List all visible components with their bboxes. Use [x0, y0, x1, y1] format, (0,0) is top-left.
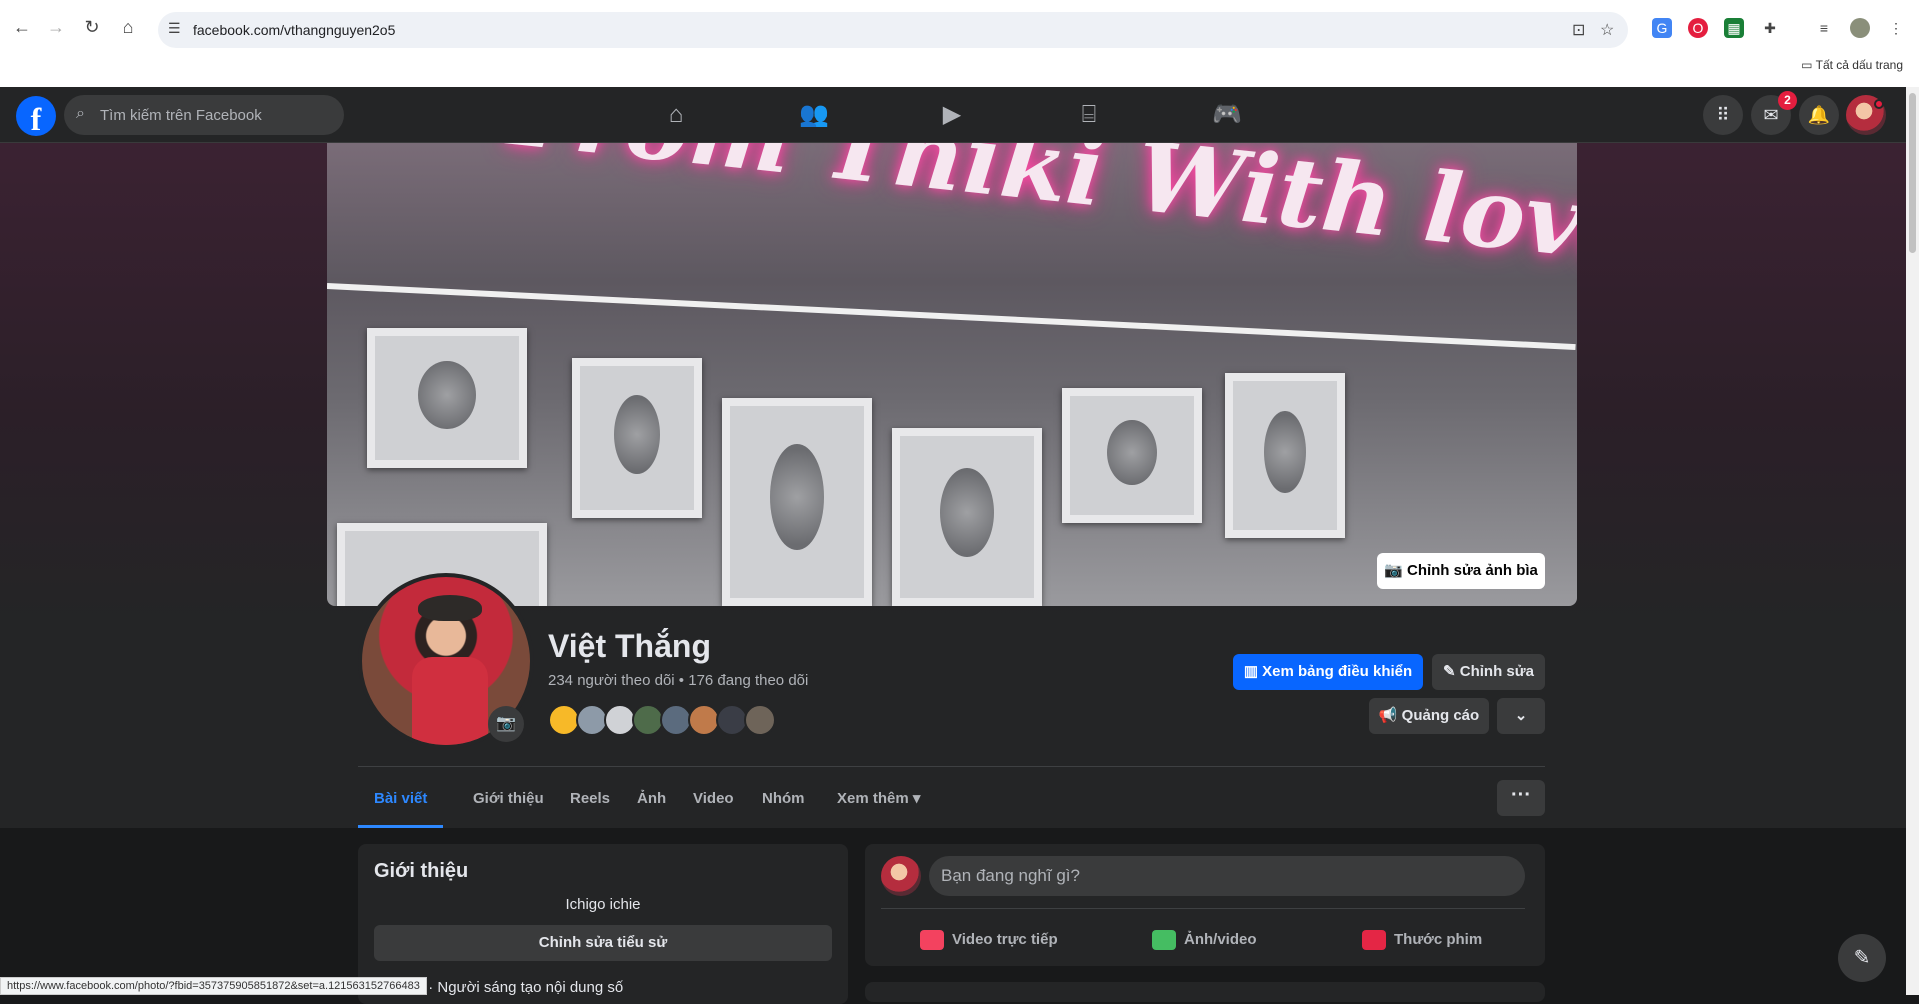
translate-extension-icon[interactable]: G — [1652, 18, 1672, 38]
composer-avatar[interactable] — [881, 856, 921, 896]
tab-about[interactable]: Giới thiệu — [457, 776, 560, 828]
intro-card: Giới thiệu Ichigo ichie Chỉnh sửa tiểu s… — [358, 844, 848, 1004]
view-dashboard-label: Xem bảng điều khiển — [1262, 663, 1413, 680]
reload-icon[interactable]: ↻ — [80, 15, 104, 39]
cover-frame — [1062, 388, 1202, 523]
browser-toolbar: ← → ↻ ⌂ ☰ facebook.com/vthangnguyen2o5 ⊡… — [0, 7, 1919, 48]
facebook-logo-icon[interactable]: f — [16, 96, 56, 137]
more-actions-chevron-icon[interactable]: ⌄ — [1497, 698, 1545, 734]
account-alert-dot — [1874, 99, 1884, 109]
tab-see-more-label: Xem thêm — [837, 790, 909, 807]
edit-cover-label: Chỉnh sửa ảnh bìa — [1406, 562, 1538, 579]
live-video-icon — [920, 930, 944, 951]
forward-icon[interactable]: → — [44, 15, 68, 39]
link-status-bar: https://www.facebook.com/photo/?fbid=357… — [0, 977, 427, 995]
marketplace-nav-icon[interactable]: ⌸ — [1034, 97, 1144, 133]
cover-photo[interactable]: From Thiki With love — [327, 143, 1577, 606]
profile-tabs: Bài viết Giới thiệu Reels Ảnh Video Nhóm… — [358, 776, 1545, 828]
photo-video-icon — [1152, 930, 1176, 951]
photo-video-label: Ảnh/video — [1184, 931, 1257, 948]
profile-name: Việt Thắng — [548, 628, 711, 664]
account-avatar[interactable] — [1846, 95, 1886, 135]
composer-divider — [881, 908, 1525, 909]
ads-label: Quảng cáo — [1401, 707, 1480, 724]
search-icon: ⌕ — [76, 105, 85, 122]
follower-avatar[interactable] — [744, 704, 776, 736]
page-scrollbar[interactable] — [1906, 87, 1919, 995]
tab-posts[interactable]: Bài viết — [358, 776, 444, 828]
edit-profile-button[interactable]: ✎ Chỉnh sửa — [1432, 654, 1545, 690]
tab-reels[interactable]: Reels — [554, 776, 626, 828]
profile-avatar-icon[interactable] — [1850, 18, 1870, 38]
cover-frame — [722, 398, 872, 606]
filter-card — [865, 982, 1545, 1002]
reel-button[interactable]: Thước phim — [1362, 920, 1482, 960]
media-control-icon[interactable]: ≡ — [1814, 18, 1834, 38]
profile-divider — [358, 766, 1545, 767]
home-nav-icon[interactable]: ⌂ — [621, 97, 731, 133]
composer-input[interactable]: Bạn đang nghĩ gì? — [929, 856, 1525, 896]
bookmark-star-icon[interactable]: ☆ — [1600, 20, 1614, 40]
opera-extension-icon[interactable]: O — [1688, 18, 1708, 38]
browser-menu-icon[interactable]: ⋮ — [1886, 18, 1906, 38]
edit-cover-button[interactable]: 📷 Chỉnh sửa ảnh bìa — [1377, 553, 1545, 589]
bookmarks-bar: ▭ Tất cả dấu trang — [0, 55, 1919, 79]
composer-card: Bạn đang nghĩ gì? Video trực tiếp Ảnh/vi… — [865, 844, 1545, 966]
back-icon[interactable]: ← — [10, 15, 34, 39]
caret-down-icon: ▾ — [912, 790, 921, 807]
address-text: facebook.com/vthangnguyen2o5 — [193, 22, 396, 38]
cover-neon-text: From Thiki With love — [504, 143, 1577, 286]
tab-see-more[interactable]: Xem thêm ▾ — [821, 776, 936, 828]
live-video-button[interactable]: Video trực tiếp — [920, 920, 1058, 960]
scrollbar-thumb[interactable] — [1909, 93, 1916, 253]
gaming-nav-icon[interactable]: 🎮 — [1172, 97, 1282, 133]
all-bookmarks-label: Tất cả dấu trang — [1815, 58, 1903, 72]
messenger-badge: 2 — [1778, 91, 1797, 110]
photo-video-button[interactable]: Ảnh/video — [1152, 920, 1257, 960]
cover-frame — [1225, 373, 1345, 538]
tabs-more-options-icon[interactable]: ··· — [1497, 780, 1545, 816]
notifications-bell-icon[interactable]: 🔔 — [1799, 95, 1839, 135]
edit-profile-label: Chỉnh sửa — [1459, 663, 1534, 680]
live-video-label: Video trực tiếp — [952, 931, 1058, 948]
home-icon[interactable]: ⌂ — [116, 15, 140, 39]
reel-label: Thước phim — [1394, 931, 1483, 948]
friends-nav-icon[interactable]: 👥 — [759, 97, 869, 133]
intro-title: Giới thiệu — [374, 860, 469, 882]
follower-avatars — [548, 704, 788, 736]
pfp-shirt — [412, 657, 488, 745]
address-bar[interactable]: ☰ facebook.com/vthangnguyen2o5 ⊡ ☆ — [158, 12, 1628, 48]
site-info-icon[interactable]: ☰ — [168, 20, 181, 37]
browser-chrome: ← → ↻ ⌂ ☰ facebook.com/vthangnguyen2o5 ⊡… — [0, 0, 1919, 87]
search-input[interactable]: Tìm kiếm trên Facebook — [100, 107, 262, 124]
messenger-icon[interactable]: ✉ 2 — [1751, 91, 1797, 135]
view-dashboard-button[interactable]: ▥ Xem bảng điều khiển — [1233, 654, 1423, 690]
follower-stats[interactable]: 234 người theo dõi • 176 đang theo dõi — [548, 672, 808, 689]
menu-grid-icon[interactable]: ⠿ — [1703, 95, 1743, 135]
facebook-header: f ⌕ Tìm kiếm trên Facebook ⌂ 👥 ▶ ⌸ 🎮 ⠿ ✉… — [0, 87, 1919, 143]
reel-icon — [1362, 930, 1386, 951]
cover-frame — [572, 358, 702, 518]
intro-bio: Ichigo ichie — [565, 896, 641, 913]
new-message-compose-icon[interactable]: ✎ — [1838, 934, 1886, 982]
all-bookmarks-folder[interactable]: ▭ Tất cả dấu trang — [1801, 58, 1903, 72]
cover-frame — [892, 428, 1042, 606]
change-profile-photo-camera-icon[interactable]: 📷 — [488, 706, 524, 742]
tab-groups[interactable]: Nhóm — [746, 776, 821, 828]
extensions-puzzle-icon[interactable]: ✚ — [1760, 18, 1780, 38]
tab-photos[interactable]: Ảnh — [621, 776, 682, 828]
ads-button[interactable]: 📢 Quảng cáo — [1369, 698, 1489, 734]
install-app-icon[interactable]: ⊡ — [1572, 20, 1585, 40]
tab-videos[interactable]: Video — [677, 776, 750, 828]
pfp-hat — [418, 595, 482, 621]
watch-nav-icon[interactable]: ▶ — [897, 97, 1007, 133]
edit-bio-button[interactable]: Chỉnh sửa tiểu sử — [374, 925, 832, 961]
cover-frame — [367, 328, 527, 468]
search-box[interactable]: ⌕ Tìm kiếm trên Facebook — [64, 95, 344, 135]
sheets-extension-icon[interactable]: ▦ — [1724, 18, 1744, 38]
